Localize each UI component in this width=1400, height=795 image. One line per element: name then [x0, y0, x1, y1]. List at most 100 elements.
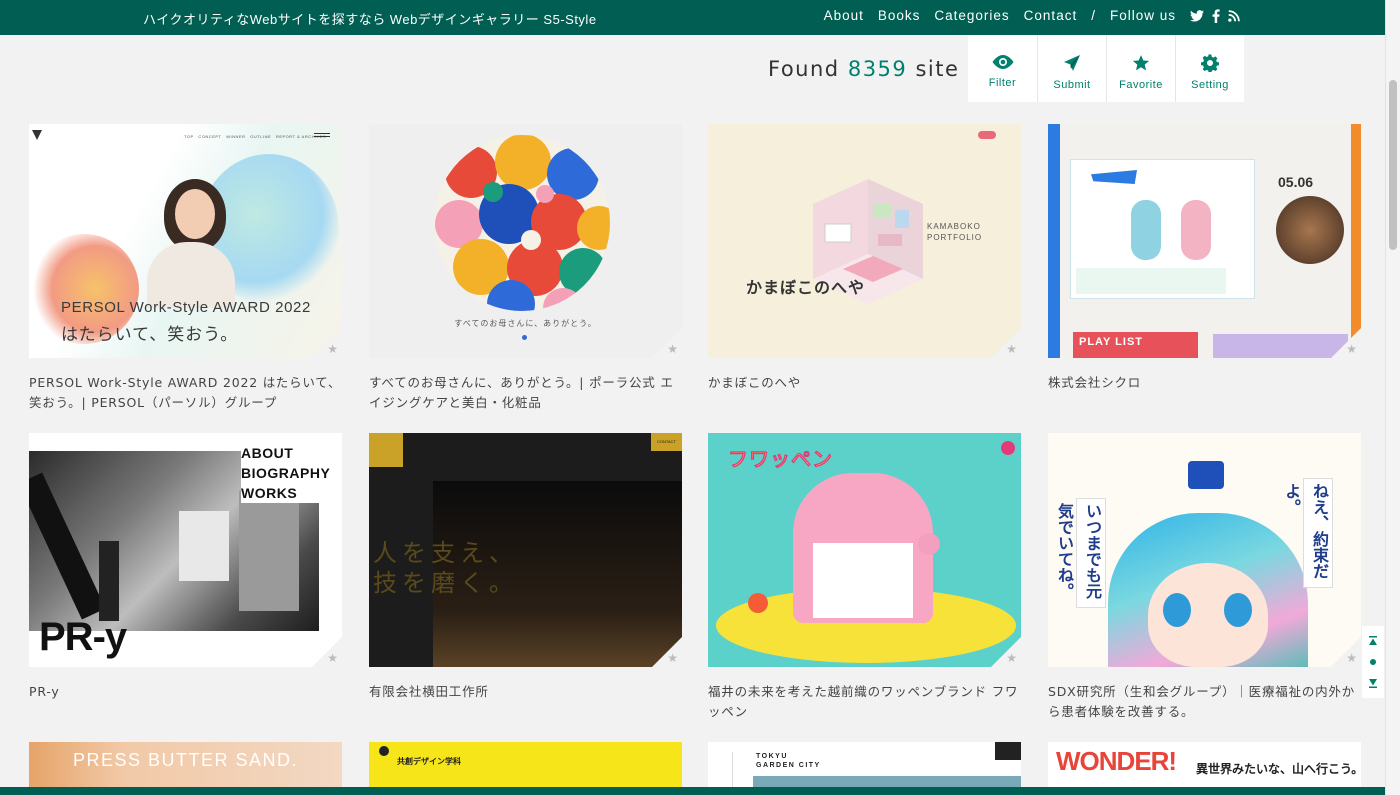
site-thumbnail[interactable]: CONTACT 人を支え、技を磨く。 ★ — [369, 433, 682, 667]
site-thumbnail[interactable]: TOKYU GARDEN CITY — [708, 742, 1021, 787]
site-card[interactable]: いつまでも元気でいてね。 ねえ、約束だよ。 ★ SDX研究所（生和会グループ）｜… — [1048, 433, 1361, 722]
site-card[interactable]: すべてのお母さんに、ありがとう。 ★ すべてのお母さんに、ありがとう。| ポーラ… — [369, 124, 682, 413]
divider — [732, 752, 733, 787]
favorite-button[interactable]: Favorite — [1106, 35, 1175, 102]
paper-plane-icon — [1064, 55, 1080, 71]
rss-icon[interactable] — [1228, 9, 1240, 22]
filter-button[interactable]: Filter — [968, 35, 1037, 102]
toolbar-flap — [968, 35, 970, 102]
thumb-text: 共創デザイン学科 — [397, 757, 461, 766]
site-card[interactable]: TOKYU GARDEN CITY — [708, 742, 1021, 787]
gear-icon — [1201, 54, 1219, 72]
site-card[interactable]: WONDER! 異世界みたいな、山へ行こう。 — [1048, 742, 1361, 787]
star-icon[interactable]: ★ — [1346, 652, 1357, 664]
site-card[interactable]: ABOUT BIOGRAPHY WORKS PR-y ★ PR-y — [29, 433, 342, 702]
site-tagline[interactable]: ハイクオリティなWebサイトを探すなら Webデザインギャラリー S5-Styl… — [143, 9, 597, 28]
star-icon[interactable]: ★ — [667, 652, 678, 664]
setting-button[interactable]: Setting — [1175, 35, 1244, 102]
illustration-frame — [1070, 159, 1255, 299]
thumb-caption: すべてのお母さんに、ありがとう。 — [454, 319, 597, 328]
star-icon[interactable]: ★ — [327, 652, 338, 664]
nav-about[interactable]: About — [824, 8, 864, 23]
eye-icon — [992, 55, 1013, 69]
thumb-text: TOKYU GARDEN CITY — [756, 753, 821, 769]
decor-circle — [748, 593, 768, 613]
thumb-subheadline: はたらいて、笑おう。 — [61, 325, 239, 345]
logo-mark — [369, 433, 403, 467]
star-icon[interactable]: ★ — [1006, 652, 1017, 664]
site-title[interactable]: PR-y — [29, 682, 342, 702]
site-thumbnail[interactable]: 共創デザイン学科 — [369, 742, 682, 787]
site-title[interactable]: かまぼこのへや — [708, 373, 1021, 393]
site-count: 8359 — [847, 57, 908, 81]
scroll-bottom-icon[interactable] — [1368, 678, 1378, 688]
photo-strip — [753, 776, 1021, 787]
nav-books[interactable]: Books — [878, 8, 921, 23]
site-card[interactable]: TOP CONCEPT WINNER OUTLINE REPORT & ARCH… — [29, 124, 342, 413]
sdx-logo — [1188, 461, 1224, 489]
submit-label: Submit — [1053, 79, 1091, 91]
site-card[interactable]: PRESS BUTTER SAND. — [29, 742, 342, 787]
side-bar — [1048, 124, 1060, 358]
site-title[interactable]: PERSOL Work-Style AWARD 2022 はたらいて、笑おう。|… — [29, 373, 342, 413]
star-icon[interactable]: ★ — [667, 343, 678, 355]
site-thumbnail[interactable]: PRESS BUTTER SAND. — [29, 742, 342, 787]
site-title[interactable]: 有限会社横田工作所 — [369, 682, 682, 702]
nav-categories[interactable]: Categories — [934, 8, 1009, 23]
facebook-icon[interactable] — [1212, 8, 1220, 23]
thumb-sub-text: 異世界みたいな、山へ行こう。 — [1196, 762, 1361, 776]
logo-mark — [379, 746, 389, 756]
toggle-switch[interactable] — [978, 131, 996, 139]
scroll-top-icon[interactable] — [1368, 636, 1378, 646]
site-thumbnail[interactable]: いつまでも元気でいてね。 ねえ、約束だよ。 ★ — [1048, 433, 1361, 667]
scrollbar[interactable] — [1385, 0, 1400, 795]
bottom-bar — [0, 787, 1385, 795]
star-icon[interactable]: ★ — [327, 343, 338, 355]
menu-button[interactable] — [995, 742, 1021, 760]
site-title[interactable]: SDX研究所（生和会グループ）｜医療福祉の内外から患者体験を改善する。 — [1048, 682, 1361, 722]
nav-follow-us: Follow us — [1109, 8, 1176, 23]
thumb-en-title: KAMABOKO PORTFOLIO — [927, 222, 983, 242]
thumb-text: PRESS BUTTER SAND. — [72, 750, 299, 770]
star-icon[interactable]: ★ — [1006, 343, 1017, 355]
submit-button[interactable]: Submit — [1037, 35, 1106, 102]
site-thumbnail[interactable]: フワッペン ★ — [708, 433, 1021, 667]
thumb-speech-left: いつまでも元気でいてね。 — [1055, 498, 1106, 608]
text-panel — [813, 543, 913, 618]
site-thumbnail[interactable]: TOP CONCEPT WINNER OUTLINE REPORT & ARCH… — [29, 124, 342, 358]
site-thumbnail[interactable]: 05.06 PLAY LIST ★ — [1048, 124, 1361, 358]
site-card[interactable]: 05.06 PLAY LIST ★ 株式会社シクロ — [1048, 124, 1361, 393]
site-thumbnail[interactable]: ABOUT BIOGRAPHY WORKS PR-y ★ — [29, 433, 342, 667]
person-face — [175, 189, 215, 239]
nav-separator: / — [1091, 8, 1096, 23]
thumb-copy: 人を支え、技を磨く。 — [373, 539, 518, 597]
site-thumbnail[interactable]: KAMABOKO PORTFOLIO かまぼこのへや ★ — [708, 124, 1021, 358]
site-title[interactable]: 福井の未来を考えた越前織のワッペンブランド フワッペン — [708, 682, 1021, 722]
twitter-icon[interactable] — [1190, 9, 1204, 22]
current-position-icon[interactable] — [1369, 658, 1377, 666]
thumb-menu: ABOUT BIOGRAPHY WORKS — [241, 443, 341, 503]
site-title[interactable]: 株式会社シクロ — [1048, 373, 1361, 393]
action-toolbar: Filter Submit Favorite Setting — [968, 35, 1244, 102]
site-thumbnail[interactable]: すべてのお母さんに、ありがとう。 ★ — [369, 124, 682, 358]
photo-circle — [1276, 196, 1344, 264]
site-card[interactable]: フワッペン ★ 福井の未来を考えた越前織のワッペンブランド フワッペン — [708, 433, 1021, 722]
star-icon[interactable]: ★ — [1346, 343, 1357, 355]
main-nav: About Books Categories Contact / Follow … — [824, 8, 1240, 23]
slider-dot — [522, 335, 527, 340]
contact-button[interactable]: CONTACT — [651, 433, 682, 451]
nav-contact[interactable]: Contact — [1024, 8, 1078, 23]
site-title[interactable]: すべてのお母さんに、ありがとう。| ポーラ公式 エイジングケアと美白・化粧品 — [369, 373, 682, 413]
thumb-playlist: PLAY LIST — [1073, 332, 1198, 358]
site-card[interactable]: CONTACT 人を支え、技を磨く。 ★ 有限会社横田工作所 — [369, 433, 682, 702]
cart-icon[interactable] — [1001, 441, 1015, 455]
side-bar — [1351, 124, 1361, 358]
scrollbar-thumb[interactable] — [1389, 80, 1397, 250]
anime-eye — [1163, 593, 1191, 627]
thumb-date: 05.06 — [1278, 174, 1314, 190]
thumb-block — [1213, 334, 1348, 358]
site-card[interactable]: KAMABOKO PORTFOLIO かまぼこのへや ★ かまぼこのへや — [708, 124, 1021, 393]
site-thumbnail[interactable]: WONDER! 異世界みたいな、山へ行こう。 — [1048, 742, 1361, 787]
site-card[interactable]: 共創デザイン学科 — [369, 742, 682, 787]
found-count: Found 8359 site — [768, 57, 959, 81]
